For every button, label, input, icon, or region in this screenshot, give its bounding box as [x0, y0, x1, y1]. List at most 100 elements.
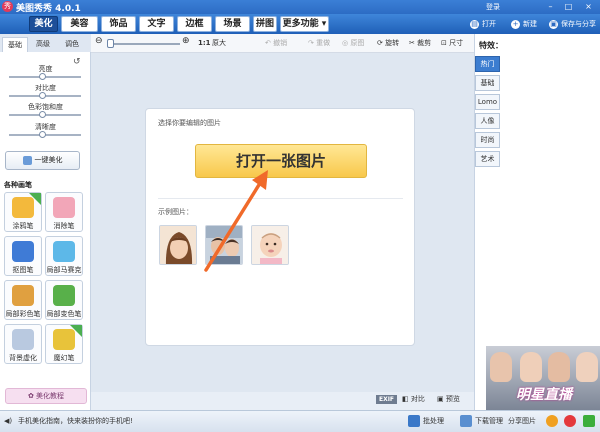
brush-3-icon [12, 241, 34, 262]
couple-thumbnail [206, 226, 242, 264]
magic-wand-icon [22, 155, 32, 165]
tab-color[interactable]: 调色 [59, 37, 85, 52]
app-title: 美图秀秀 4.0.1 [16, 4, 81, 14]
app-logo-icon: 秀 [2, 1, 13, 12]
open-action[interactable]: ▤ 打开 [470, 17, 496, 31]
redo-icon: ↷ [308, 39, 317, 47]
rotate-icon: ⟳ [377, 39, 386, 47]
star-icon[interactable] [546, 415, 558, 427]
save-share-action[interactable]: ▣ 保存与分享 [549, 17, 596, 31]
close-button[interactable]: × [583, 1, 594, 12]
new-action[interactable]: + 新建 [511, 17, 537, 31]
brush-2-icon [53, 197, 75, 218]
brush-button-6[interactable]: 局部变色笔 [45, 280, 83, 320]
saturation-knob[interactable] [39, 111, 46, 118]
rotate-button[interactable]: ⟳ 旋转 [377, 38, 399, 48]
open-image-button[interactable]: 打开一张图片 [195, 144, 367, 178]
undo-button[interactable]: ↶ 撤销 [265, 38, 287, 48]
effects-tab-3[interactable]: Lomo [475, 94, 500, 110]
baby-thumbnail [252, 226, 288, 264]
add-icon[interactable] [583, 415, 595, 427]
zoom-out-icon[interactable]: ⊖ [95, 36, 103, 46]
brush-button-5[interactable]: 局部彩色笔 [4, 280, 42, 320]
contrast-knob[interactable] [39, 92, 46, 99]
original-image-button[interactable]: ◎ 原图 [342, 38, 364, 48]
brush-4-icon [53, 241, 75, 262]
download-manager-button[interactable]: 下载管理 [475, 416, 503, 426]
tab-decorations[interactable]: 饰品 [101, 16, 136, 32]
folder-icon: ▤ [470, 19, 479, 29]
sample-image-2[interactable] [205, 225, 243, 265]
brush-label: 抠图笔 [12, 266, 34, 274]
save-icon: ▣ [549, 19, 558, 29]
brush-label: 涂鸦笔 [12, 222, 34, 230]
tab-basic[interactable]: 基础 [2, 37, 28, 52]
effects-tab-4[interactable]: 人像 [475, 113, 500, 129]
banner-face-1 [490, 352, 512, 382]
batch-icon [408, 415, 420, 427]
brush-button-4[interactable]: 局部马赛克 [45, 236, 83, 276]
effects-list [500, 56, 600, 356]
status-tip[interactable]: 手机美化指南，快来装扮你的手机吧! [18, 416, 133, 426]
tab-face[interactable]: 美容 [61, 16, 98, 32]
batch-button[interactable]: 批处理 [423, 416, 444, 426]
tab-scenes[interactable]: 场景 [215, 16, 250, 32]
canvas-bottom-bar: EXIF ◧ 对比 ▣ 预览 [91, 392, 474, 410]
plus-icon: + [511, 19, 520, 29]
compare-icon: ◧ [402, 395, 411, 403]
maximize-button[interactable]: □ [563, 1, 574, 12]
tab-beautify[interactable]: 美化 [29, 16, 58, 32]
sample-image-1[interactable] [159, 225, 197, 265]
size-button[interactable]: ⊡ 尺寸 [441, 38, 463, 48]
zoom-slider[interactable] [107, 43, 180, 45]
status-bar: ◀) 手机美化指南，快来装扮你的手机吧! 批处理 下载管理 分享图片 [0, 410, 600, 432]
effects-tab-2[interactable]: 基础 [475, 75, 500, 91]
actual-size-button[interactable]: 1:1 [198, 38, 211, 48]
tab-more-functions[interactable]: 更多功能 ▾ [280, 16, 329, 32]
brush-section-title: 各种画笔 [4, 181, 32, 189]
edit-toolbar: ⊖ ⊕ 1:1 原大 ↶ 撤销 ↷ 重做 ◎ 原图 ⟳ 旋转 ✂ 裁剪 ⊡ 尺寸 [91, 34, 474, 53]
brush-label: 消除笔 [53, 222, 75, 230]
sharpness-knob[interactable] [39, 131, 46, 138]
effects-tab-1[interactable]: 热门 [475, 56, 500, 72]
sample-image-3[interactable] [251, 225, 289, 265]
original-size-label: 原大 [212, 39, 226, 47]
tab-text[interactable]: 文字 [139, 16, 174, 32]
login-link[interactable]: 登录 [486, 2, 500, 12]
tab-advanced[interactable]: 高级 [30, 37, 56, 52]
brightness-knob[interactable] [39, 73, 46, 80]
minimize-button[interactable]: – [545, 1, 556, 12]
weibo-icon[interactable] [564, 415, 576, 427]
girl-portrait-thumbnail [160, 226, 196, 264]
compare-button[interactable]: ◧ 对比 [402, 394, 425, 405]
zoom-knob[interactable] [107, 39, 114, 48]
redo-button[interactable]: ↷ 重做 [308, 38, 330, 48]
banner-text: 明星直播 [516, 387, 572, 403]
exif-badge[interactable]: EXIF [376, 395, 397, 404]
brush-button-3[interactable]: 抠图笔 [4, 236, 42, 276]
zoom-in-icon[interactable]: ⊕ [182, 36, 190, 46]
brush-label: 魔幻笔 [53, 354, 75, 362]
tab-frames[interactable]: 边框 [177, 16, 212, 32]
brush-button-1[interactable]: 涂鸦笔 [4, 192, 42, 232]
banner-face-2 [520, 352, 542, 382]
share-image-button[interactable]: 分享图片 [508, 416, 536, 426]
preview-button[interactable]: ▣ 预览 [437, 394, 460, 405]
tutorial-button[interactable]: ✿ 美化教程 [5, 388, 87, 404]
brush-7-icon [12, 329, 34, 350]
tab-collage[interactable]: 拼图 [253, 16, 277, 32]
one-click-beautify-button[interactable]: 一键美化 [5, 151, 80, 170]
effects-tab-6[interactable]: 艺术 [475, 151, 500, 167]
contrast-label: 对比度 [35, 84, 56, 92]
brush-button-8[interactable]: 魔幻笔 [45, 324, 83, 364]
tutorial-icon: ✿ [27, 392, 37, 400]
effects-tab-5[interactable]: 时尚 [475, 132, 500, 148]
new-badge-icon [70, 325, 82, 337]
brush-6-icon [53, 285, 75, 306]
brush-button-2[interactable]: 消除笔 [45, 192, 83, 232]
celebrity-live-banner[interactable]: 明星直播 [486, 346, 600, 410]
crop-button[interactable]: ✂ 裁剪 [409, 38, 431, 48]
new-badge-icon [29, 193, 41, 205]
effects-panel: 特效： 热门 基础 Lomo 人像 时尚 艺术 明星直播 [474, 34, 600, 410]
brush-button-7[interactable]: 背景虚化 [4, 324, 42, 364]
